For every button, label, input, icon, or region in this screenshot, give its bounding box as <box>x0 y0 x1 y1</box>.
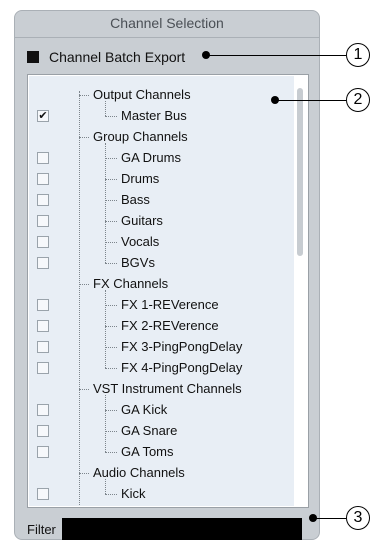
tree-channel-row[interactable]: GA Drums <box>29 148 294 169</box>
tree-branch-line <box>105 479 106 494</box>
tree-channel-label: FX 2-REVerence <box>121 318 219 333</box>
tree-group-label: Audio Channels <box>93 465 185 480</box>
channel-checkbox[interactable] <box>37 236 49 248</box>
channel-checkbox[interactable] <box>37 299 49 311</box>
tree-branch-line <box>105 290 106 368</box>
tree-connector <box>79 284 89 285</box>
tree-channel-label: BGVs <box>121 255 155 270</box>
tree-connector <box>105 221 117 222</box>
callout-1-badge: 1 <box>346 43 370 67</box>
tree-channel-row[interactable]: FX 1-REVerence <box>29 295 294 316</box>
channel-batch-export-toggle[interactable]: Channel Batch Export <box>27 47 185 67</box>
tree-channel-row[interactable]: GA Kick <box>29 400 294 421</box>
tree-channel-label: Vocals <box>121 234 160 249</box>
panel-title: Channel Selection <box>15 11 319 38</box>
channel-checkbox[interactable] <box>37 194 49 206</box>
channel-checkbox[interactable] <box>37 215 49 227</box>
tree-group-row[interactable]: Group Channels <box>29 127 294 148</box>
tree-channel-label: FX 4-PingPongDelay <box>121 360 243 375</box>
tree-channel-row[interactable]: FX 4-PingPongDelay <box>29 358 294 379</box>
tree-channel-row[interactable]: Drums <box>29 169 294 190</box>
tree-group-row[interactable]: VST Instrument Channels <box>29 379 294 400</box>
tree-channel-row[interactable]: ✔ Master Bus <box>29 106 294 127</box>
tree-channel-row[interactable]: Vocals <box>29 232 294 253</box>
tree-group-row[interactable]: FX Channels <box>29 274 294 295</box>
channel-checkbox[interactable] <box>37 152 49 164</box>
channel-checkbox[interactable] <box>37 341 49 353</box>
tree-channel-row[interactable]: GA Snare <box>29 421 294 442</box>
filter-label: Filter <box>27 521 56 537</box>
tree-connector <box>79 95 89 96</box>
tree-channel-row[interactable]: Bass <box>29 190 294 211</box>
tree-group-row[interactable]: Audio Channels <box>29 463 294 484</box>
filter-input[interactable] <box>61 518 302 540</box>
channel-checkbox[interactable] <box>37 320 49 332</box>
channel-checkbox[interactable] <box>37 488 49 500</box>
tree-group-row[interactable]: Output Channels <box>29 85 294 106</box>
tree-connector <box>105 179 117 180</box>
tree-channel-label: GA Toms <box>121 444 174 459</box>
tree-branch-line <box>105 143 106 263</box>
tree-connector <box>105 410 117 411</box>
callout-1-line <box>206 55 346 56</box>
tree-channel-row[interactable]: FX 3-PingPongDelay <box>29 337 294 358</box>
tree-connector <box>105 347 117 348</box>
tree-connector <box>105 305 117 306</box>
channel-checkbox[interactable] <box>37 173 49 185</box>
channel-selection-panel: Channel Selection Channel Batch Export O… <box>14 10 320 540</box>
channel-tree: Output Channels ✔ Master Bus Group Channels… <box>29 76 294 506</box>
callout-2-badge: 2 <box>346 88 370 112</box>
tree-channel-label: FX 3-PingPongDelay <box>121 339 243 354</box>
tree-channel-row[interactable]: Guitars <box>29 211 294 232</box>
batch-export-label: Channel Batch Export <box>49 49 186 65</box>
tree-channel-label: GA Snare <box>121 423 178 438</box>
tree-channel-row[interactable]: FX 2-REVerence <box>29 316 294 337</box>
tree-group-label: VST Instrument Channels <box>93 381 242 396</box>
tree-group-label: Group Channels <box>93 129 188 144</box>
channel-checkbox[interactable] <box>37 362 49 374</box>
tree-channel-label: Kick <box>121 486 146 501</box>
tree-connector <box>105 368 117 369</box>
filter-row: Filter <box>27 518 302 540</box>
channel-checkbox[interactable] <box>37 404 49 416</box>
tree-group-label: FX Channels <box>93 276 169 291</box>
tree-root-line <box>79 91 80 506</box>
channel-checkbox[interactable] <box>37 446 49 458</box>
tree-group-label: Output Channels <box>93 87 191 102</box>
tree-channel-label: GA Kick <box>121 402 168 417</box>
tree-connector <box>105 263 117 264</box>
channel-checkbox[interactable] <box>37 425 49 437</box>
tree-connector <box>105 158 117 159</box>
tree-channel-row[interactable]: GA Toms <box>29 442 294 463</box>
callout-3-line <box>313 518 346 519</box>
tree-channel-label: GA Drums <box>121 150 181 165</box>
batch-export-checkbox[interactable] <box>27 51 39 63</box>
callout-2-line <box>275 100 346 101</box>
tree-connector <box>105 452 117 453</box>
scrollbar[interactable] <box>294 76 307 506</box>
tree-connector <box>105 326 117 327</box>
tree-connector <box>79 473 89 474</box>
tree-connector <box>105 494 117 495</box>
tree-connector <box>79 137 89 138</box>
tree-connector <box>105 242 117 243</box>
tree-connector <box>105 431 117 432</box>
tree-channel-row[interactable]: BGVs <box>29 253 294 274</box>
tree-connector <box>105 200 117 201</box>
channel-checkbox[interactable] <box>37 257 49 269</box>
tree-channel-label: Master Bus <box>121 108 187 123</box>
tree-channel-label: FX 1-REVerence <box>121 297 219 312</box>
tree-connector <box>105 116 117 117</box>
tree-channel-label: Drums <box>121 171 160 186</box>
tree-channel-row[interactable]: Kick <box>29 484 294 505</box>
callout-3-badge: 3 <box>346 506 370 530</box>
tree-channel-label: Guitars <box>121 213 163 228</box>
tree-connector <box>79 389 89 390</box>
tree-branch-line <box>105 395 106 452</box>
channel-checkbox[interactable]: ✔ <box>37 110 49 122</box>
channel-list: Output Channels ✔ Master Bus Group Channels… <box>27 74 309 508</box>
tree-channel-label: Bass <box>121 192 150 207</box>
scrollbar-thumb[interactable] <box>297 88 303 256</box>
tree-branch-line <box>105 101 106 116</box>
